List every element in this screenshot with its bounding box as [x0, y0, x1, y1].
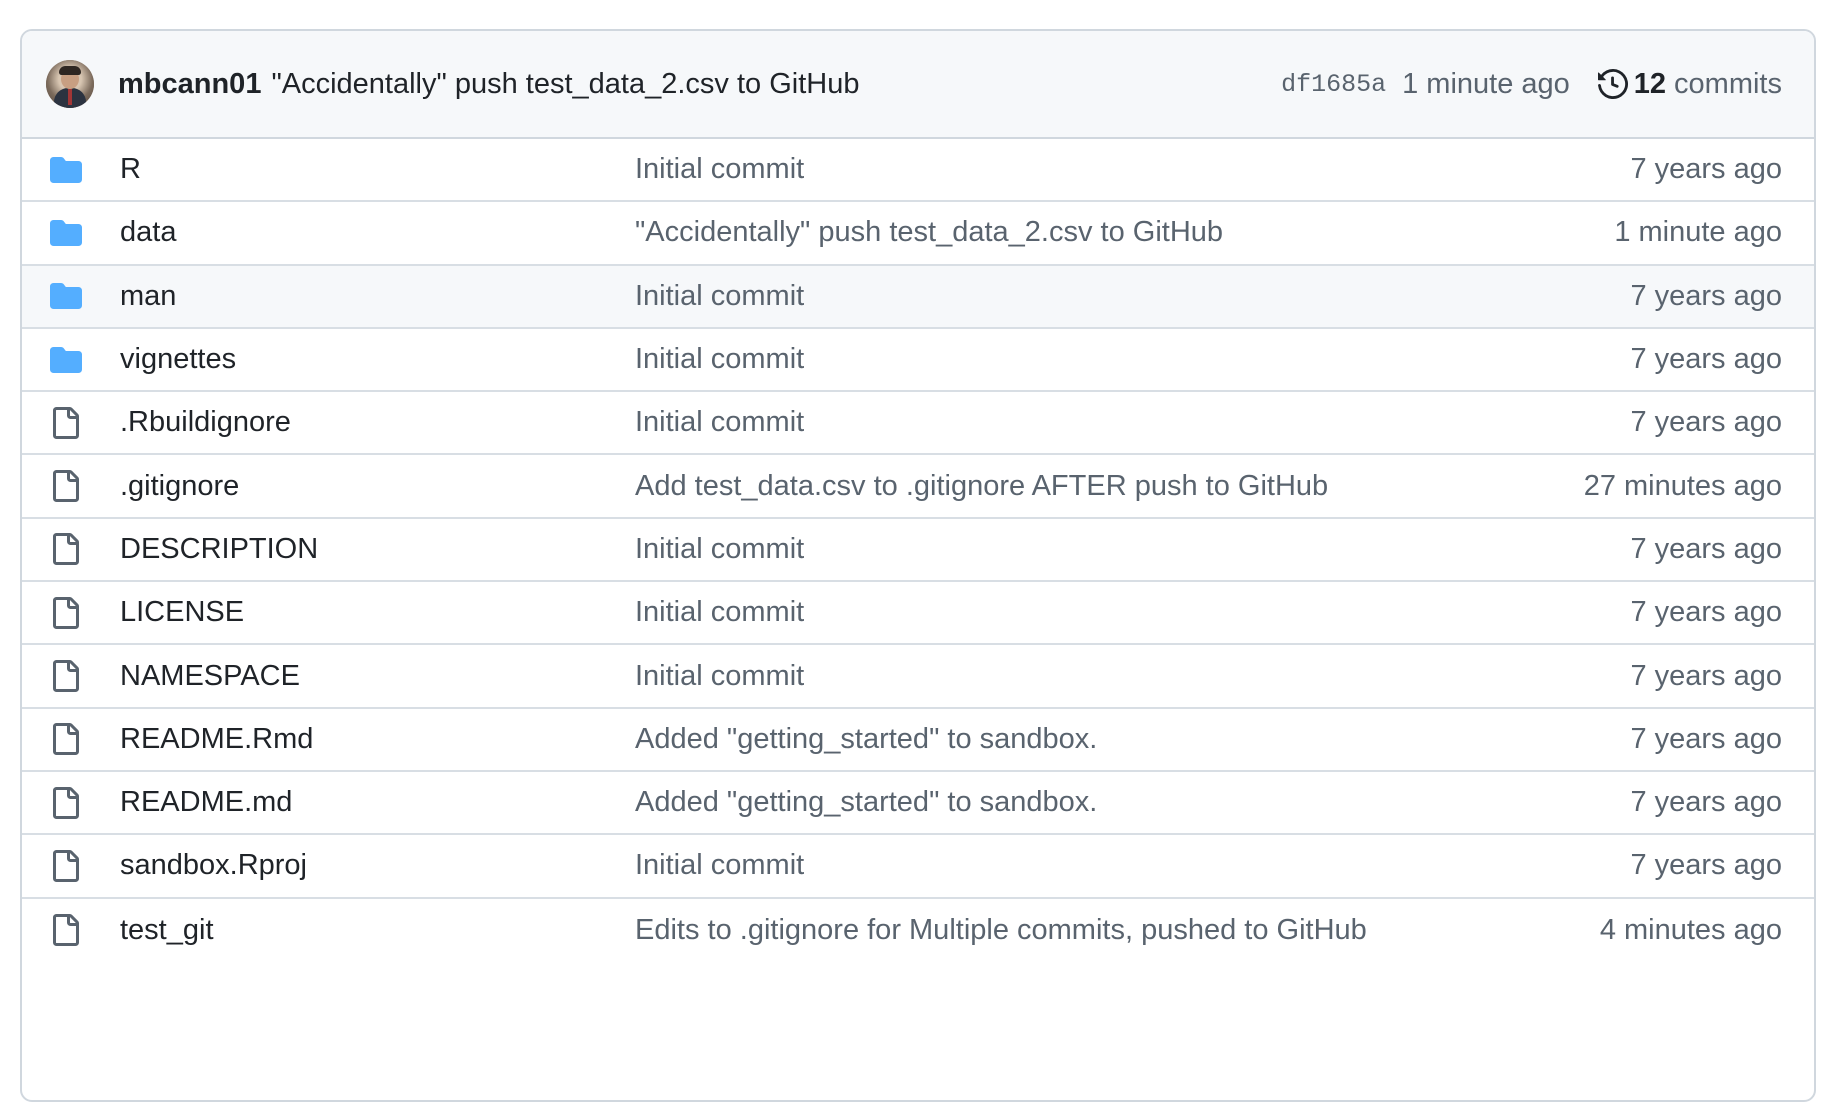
table-row[interactable]: data "Accidentally" push test_data_2.csv …	[22, 202, 1814, 266]
commit-age: 7 years ago	[1630, 343, 1782, 376]
commit-age: 7 years ago	[1630, 406, 1782, 439]
file-name-link[interactable]: test_git	[120, 914, 214, 947]
file-icon	[50, 406, 100, 439]
file-name-link[interactable]: .gitignore	[120, 470, 239, 503]
commit-age: 7 years ago	[1630, 279, 1782, 312]
table-row[interactable]: LICENSE Initial commit 7 years ago	[22, 582, 1814, 646]
commit-message-link[interactable]: Edits to .gitignore for Multiple commits…	[635, 914, 1367, 947]
file-icon	[50, 723, 100, 756]
file-name-link[interactable]: DESCRIPTION	[120, 533, 318, 566]
commit-sha-link[interactable]: df1685a	[1281, 70, 1386, 99]
table-row[interactable]: sandbox.Rproj Initial commit 7 years ago	[22, 835, 1814, 899]
latest-commit-message-link[interactable]: "Accidentally" push test_data_2.csv to G…	[271, 68, 859, 101]
commit-message-link[interactable]: Initial commit	[635, 596, 804, 629]
folder-name-link[interactable]: man	[120, 280, 176, 313]
commit-history-link[interactable]: 12 commits	[1597, 67, 1782, 101]
commit-message-link[interactable]: Initial commit	[635, 343, 804, 376]
commit-message-link[interactable]: Initial commit	[635, 153, 804, 186]
commit-author-link[interactable]: mbcann01	[118, 68, 261, 101]
commit-age: 4 minutes ago	[1599, 913, 1782, 946]
file-browser: mbcann01 "Accidentally" push test_data_2…	[20, 29, 1816, 1102]
file-name-link[interactable]: LICENSE	[120, 596, 244, 629]
file-icon	[50, 849, 100, 882]
file-name-link[interactable]: sandbox.Rproj	[120, 849, 307, 882]
table-row[interactable]: R Initial commit 7 years ago	[22, 139, 1814, 203]
commit-message-link[interactable]: Initial commit	[635, 406, 804, 439]
folder-icon	[50, 283, 100, 310]
history-icon	[1597, 69, 1628, 99]
file-icon	[50, 533, 100, 566]
table-row[interactable]: README.md Added "getting_started" to sand…	[22, 772, 1814, 836]
file-name-link[interactable]: .Rbuildignore	[120, 406, 291, 439]
file-list: R Initial commit 7 years ago data "Accident…	[22, 139, 1814, 962]
table-row[interactable]: NAMESPACE Initial commit 7 years ago	[22, 645, 1814, 709]
commit-message-link[interactable]: Initial commit	[635, 660, 804, 693]
file-name-link[interactable]: README.Rmd	[120, 723, 313, 756]
folder-icon	[50, 156, 100, 183]
folder-name-link[interactable]: vignettes	[120, 343, 236, 376]
commit-count: 12	[1633, 67, 1667, 100]
folder-name-link[interactable]: R	[120, 153, 141, 186]
avatar[interactable]	[46, 60, 94, 108]
file-icon	[50, 786, 100, 819]
commit-message-link[interactable]: Added "getting_started" to sandbox.	[635, 723, 1097, 756]
commit-age: 7 years ago	[1630, 596, 1782, 629]
commit-count-label: commits	[1674, 67, 1782, 100]
commit-age: 7 years ago	[1630, 153, 1782, 186]
commit-message-link[interactable]: Initial commit	[635, 849, 804, 882]
commit-message-link[interactable]: Add test_data.csv to .gitignore AFTER pu…	[635, 470, 1328, 503]
commit-age: 1 minute ago	[1614, 216, 1782, 249]
table-row[interactable]: README.Rmd Added "getting_started" to san…	[22, 709, 1814, 772]
file-icon	[50, 914, 100, 947]
table-row[interactable]: man Initial commit 7 years ago	[22, 265, 1814, 329]
commit-message-link[interactable]: "Accidentally" push test_data_2.csv to G…	[635, 216, 1223, 249]
table-row[interactable]: vignettes Initial commit 7 years ago	[22, 329, 1814, 393]
table-row[interactable]: test_git Edits to .gitignore for Multiple…	[22, 899, 1814, 962]
file-icon	[50, 660, 100, 693]
folder-icon	[50, 219, 100, 246]
folder-name-link[interactable]: data	[120, 216, 176, 249]
file-name-link[interactable]: README.md	[120, 786, 292, 819]
commit-age: 27 minutes ago	[1583, 469, 1782, 502]
table-row[interactable]: DESCRIPTION Initial commit 7 years ago	[22, 519, 1814, 583]
file-name-link[interactable]: NAMESPACE	[120, 660, 300, 693]
folder-icon	[50, 346, 100, 373]
commit-age: 7 years ago	[1630, 532, 1782, 565]
commit-message-link[interactable]: Initial commit	[635, 280, 804, 313]
commit-age: 7 years ago	[1630, 659, 1782, 692]
table-row[interactable]: .Rbuildignore Initial commit 7 years ago	[22, 392, 1814, 456]
table-row[interactable]: .gitignore Add test_data.csv to .gitignor…	[22, 455, 1814, 519]
commit-message-link[interactable]: Initial commit	[635, 533, 804, 566]
file-icon	[50, 470, 100, 503]
file-icon	[50, 596, 100, 629]
commit-age: 7 years ago	[1630, 849, 1782, 882]
commit-age: 7 years ago	[1630, 722, 1782, 755]
commit-message-link[interactable]: Added "getting_started" to sandbox.	[635, 786, 1097, 819]
latest-commit-bar: mbcann01 "Accidentally" push test_data_2…	[22, 31, 1814, 139]
commit-time: 1 minute ago	[1402, 67, 1570, 100]
commit-age: 7 years ago	[1630, 786, 1782, 819]
